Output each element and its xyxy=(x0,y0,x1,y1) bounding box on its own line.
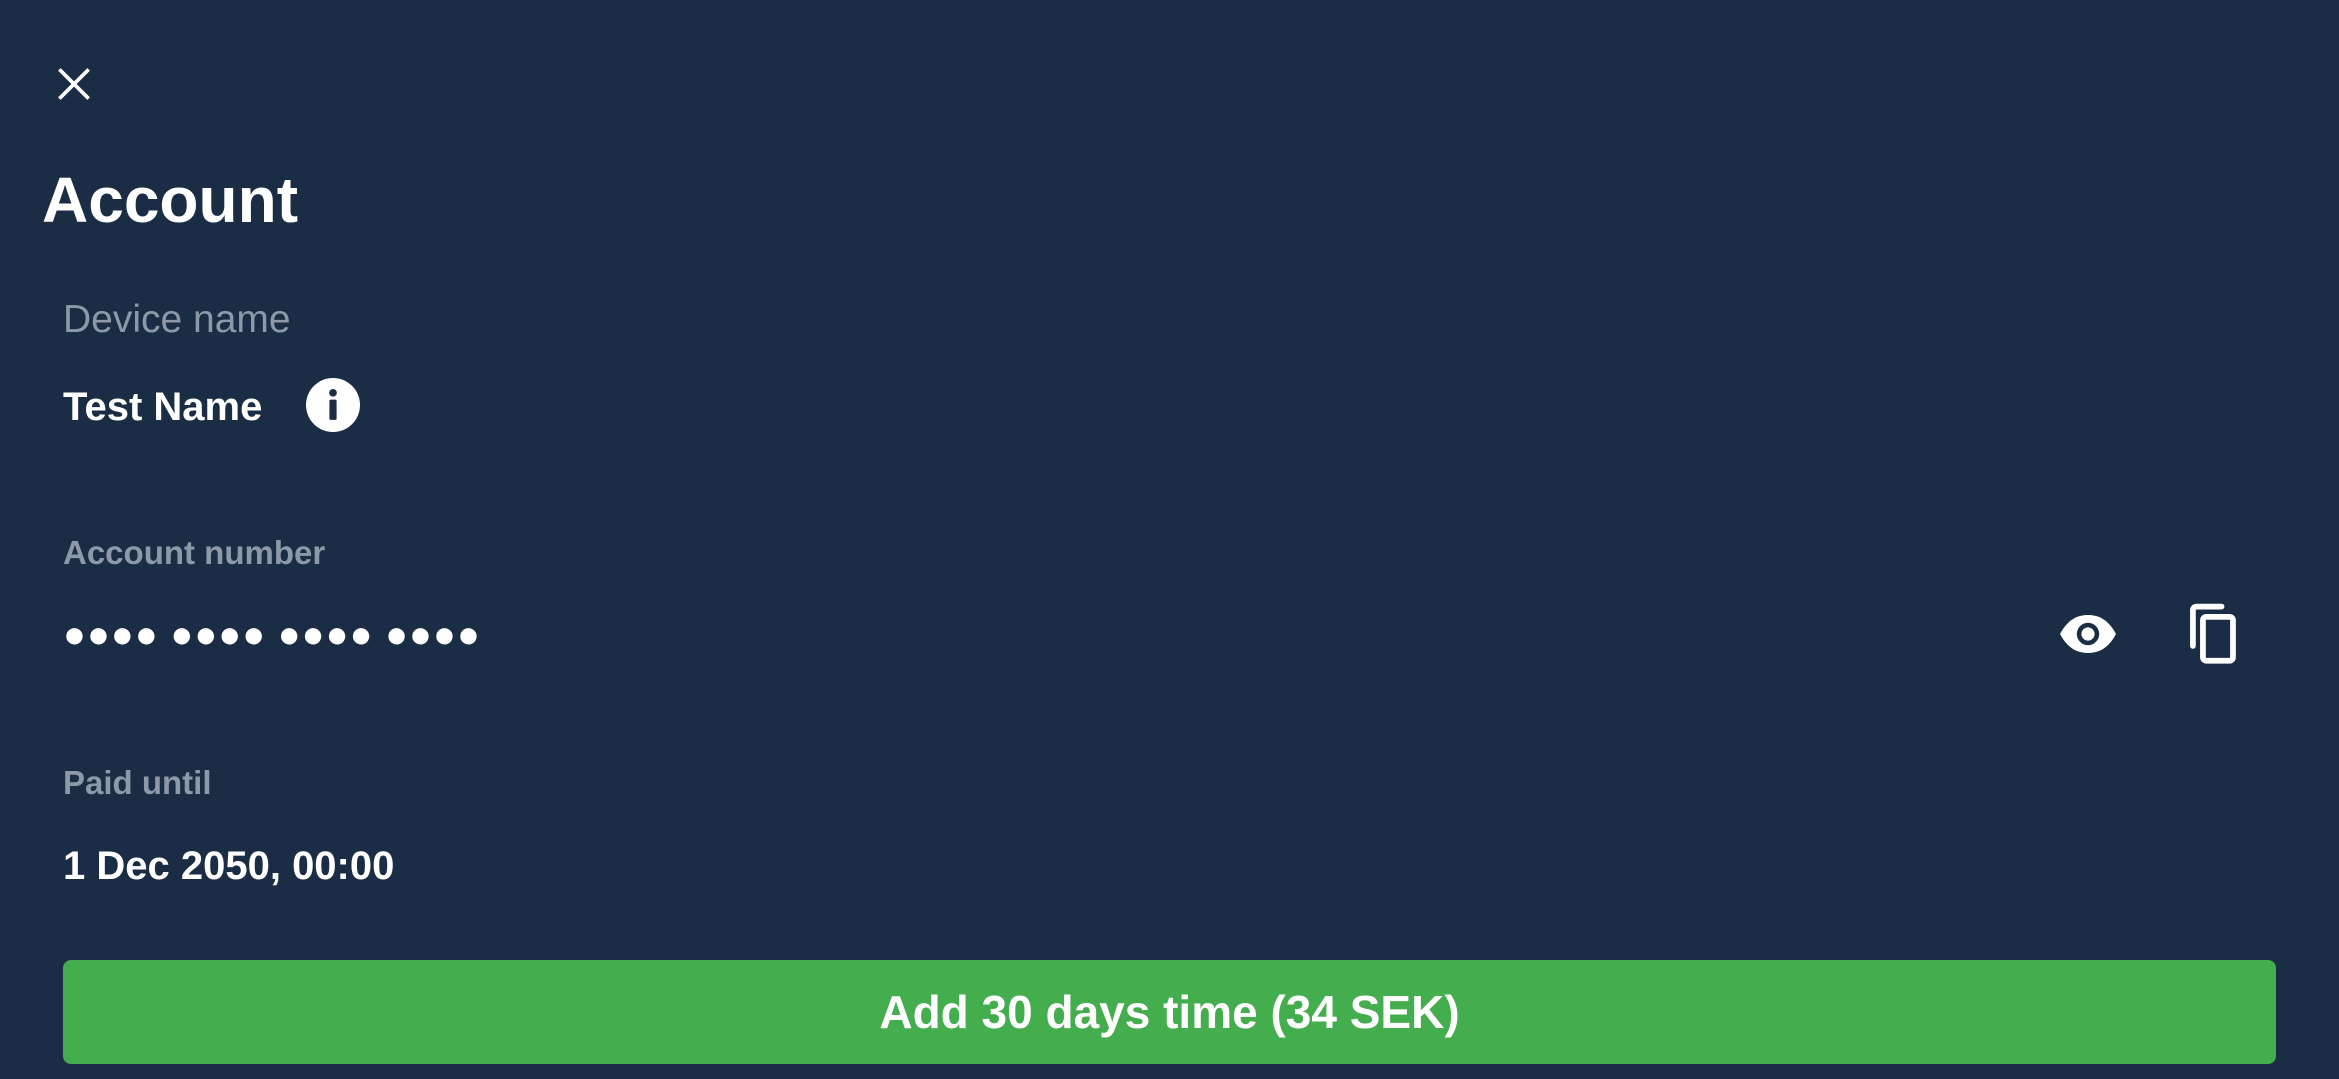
page-title: Account xyxy=(42,164,298,236)
copy-account-number-button[interactable] xyxy=(2180,602,2244,666)
device-info-button[interactable] xyxy=(306,378,360,432)
copy-icon xyxy=(2190,603,2236,664)
device-name-label: Device name xyxy=(63,298,291,341)
close-button[interactable] xyxy=(42,52,106,116)
account-number-value: ●●●● ●●●● ●●●● ●●●● xyxy=(63,614,481,656)
eye-icon xyxy=(2060,615,2116,653)
show-account-number-button[interactable] xyxy=(2056,602,2120,666)
device-name-value: Test Name xyxy=(63,385,263,429)
paid-until-value: 1 Dec 2050, 00:00 xyxy=(63,844,395,888)
info-icon xyxy=(306,378,360,432)
paid-until-label: Paid until xyxy=(63,764,212,801)
account-number-label: Account number xyxy=(63,534,326,571)
add-time-button[interactable]: Add 30 days time (34 SEK) xyxy=(63,960,2276,1064)
close-icon xyxy=(58,68,90,100)
account-screen: Account Device name Test Name Account nu… xyxy=(0,0,2339,1079)
